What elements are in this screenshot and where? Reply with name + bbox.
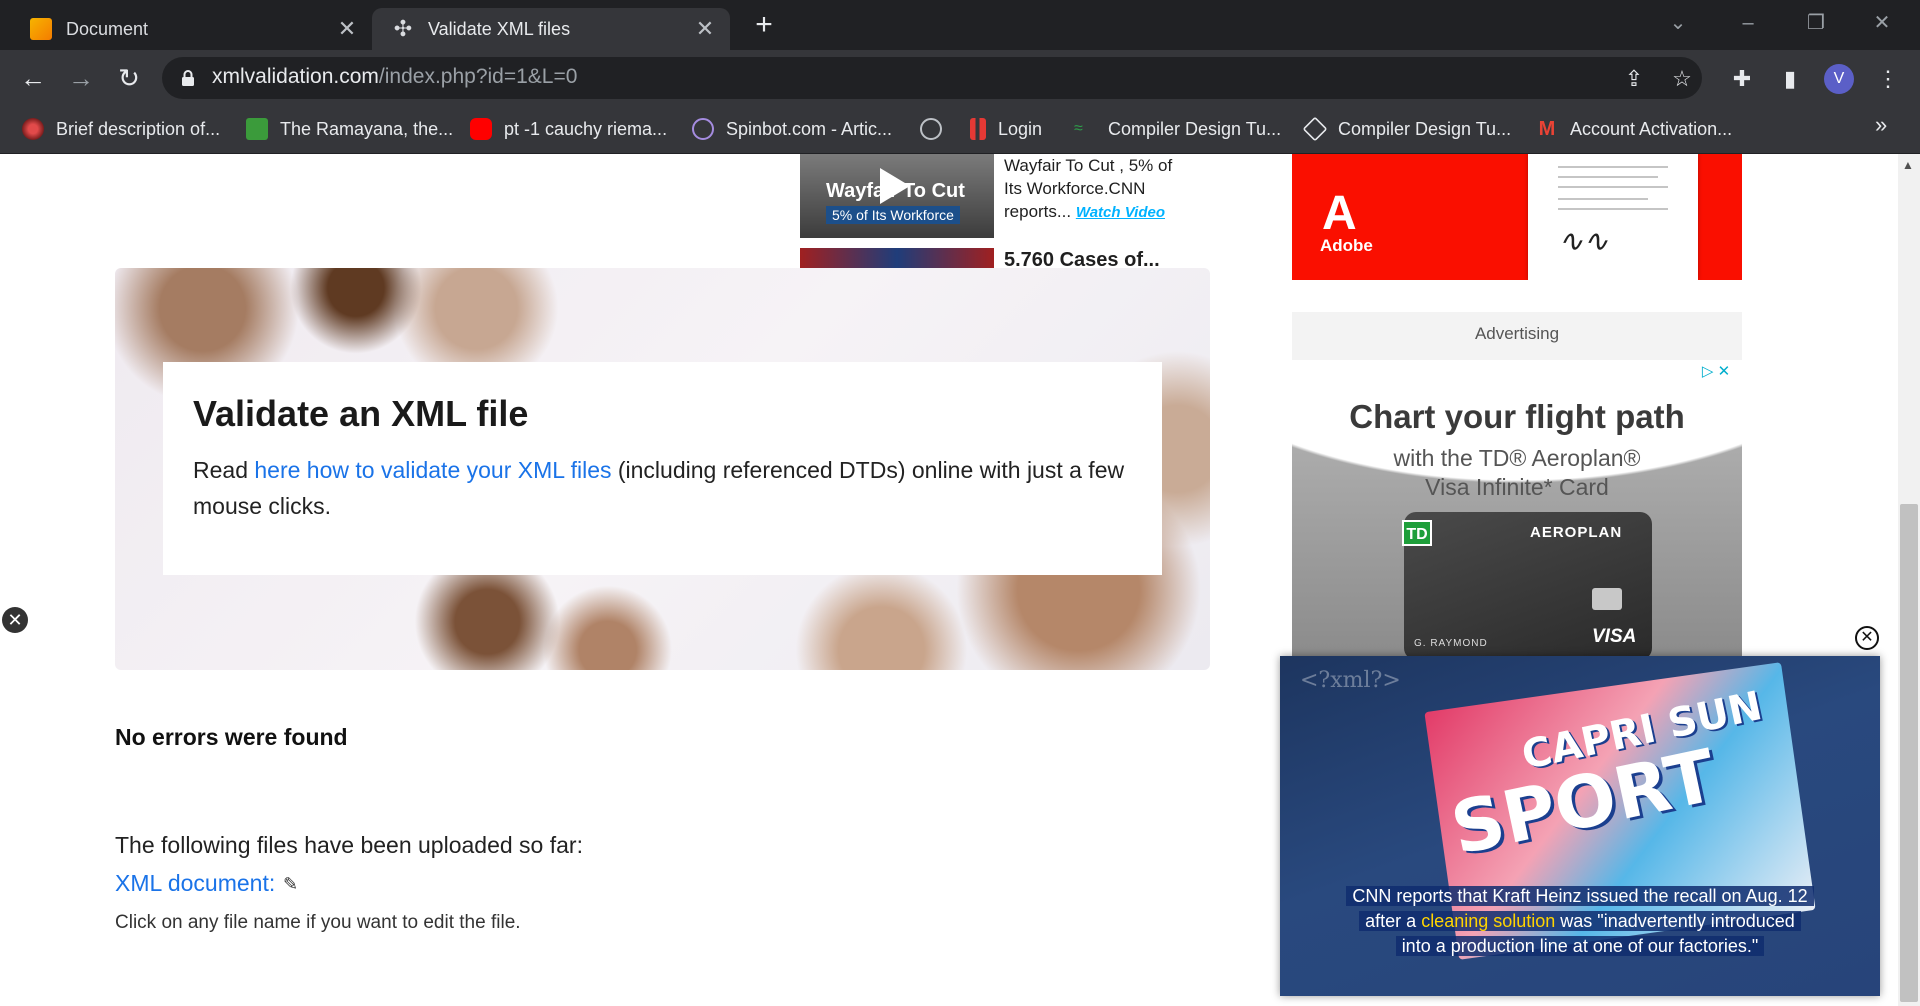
document-favicon-icon [30, 18, 52, 40]
tab-title: Validate XML files [428, 18, 571, 39]
ad-subheadline: with the TD® Aeroplan® Visa Infinite* Ca… [1292, 444, 1742, 502]
caption-highlight: cleaning solution [1421, 911, 1556, 931]
news-item-text[interactable]: Wayfair To Cut , 5% of Its Workforce.CNN… [1004, 154, 1194, 224]
page-title: Validate an XML file [193, 393, 529, 434]
adobe-ad[interactable]: A Adobe ∿∿ [1292, 154, 1742, 280]
bookmark-item[interactable]: Login [970, 114, 1042, 144]
thumbnail-subcaption: 5% of Its Workforce [826, 206, 960, 224]
watch-video-link[interactable]: Watch Video [1076, 204, 1165, 221]
extensions-icon[interactable]: ✚ [1726, 63, 1758, 95]
adobe-logo: A [1322, 187, 1357, 240]
card-chip-icon [1592, 588, 1622, 610]
caption-line-2: after a cleaning solution was "inadverte… [1359, 911, 1801, 931]
compiler-icon: ≈ [1074, 120, 1083, 137]
validation-status: No errors were found [115, 724, 348, 750]
aeroplan-logo: AEROPLAN [1530, 524, 1623, 541]
thumbnail-caption: Wayfair To Cut [826, 180, 965, 202]
bookmark-label: Compiler Design Tu... [1108, 118, 1282, 139]
back-icon[interactable]: ← [16, 61, 50, 95]
caption-line-3: into a production line at one of our fac… [1395, 936, 1765, 956]
url-path: /index.php?id=1&L=0 [378, 65, 578, 88]
close-window-icon[interactable]: ✕ [1862, 8, 1902, 38]
bookmark-item[interactable]: M Account Activation... [1536, 114, 1732, 144]
bookmark-label: pt -1 cauchy riema... [504, 118, 668, 139]
close-icon[interactable]: ✕ [2, 607, 28, 633]
side-panel-icon[interactable]: ▮ [1774, 63, 1806, 95]
globe-icon [920, 118, 942, 140]
caption-line-1: CNN reports that Kraft Heinz issued the … [1346, 886, 1814, 906]
xml-document-link[interactable]: XML document: [115, 870, 275, 897]
caption-text: was "inadvertently introduced [1555, 911, 1795, 931]
gmail-icon: M [1538, 118, 1556, 140]
url-host: xmlvalidation.com [212, 65, 379, 88]
advertising-label: Advertising [1474, 324, 1560, 343]
bookmark-item[interactable]: Spinbot.com - Artic... [692, 114, 892, 144]
bookmark-item[interactable] [920, 114, 954, 144]
video-caption: CNN reports that Kraft Heinz issued the … [1280, 884, 1880, 959]
close-tab-icon[interactable]: ✕ [334, 16, 360, 42]
visa-logo: VISA [1592, 626, 1637, 647]
minimize-icon[interactable]: – [1728, 8, 1768, 38]
bookmark-label: Spinbot.com - Artic... [726, 118, 893, 139]
news-thumbnail-2[interactable] [800, 248, 994, 268]
ad-subheadline-line-2: Visa Infinite* Card [1425, 474, 1609, 500]
tab-search-icon[interactable]: ⌄ [1658, 8, 1698, 38]
spinbot-icon [692, 118, 714, 140]
ad-headline: Chart your flight path [1349, 398, 1685, 435]
profile-avatar[interactable]: V [1824, 64, 1854, 94]
bookmark-star-icon[interactable]: ☆ [1666, 63, 1698, 95]
bookmark-label: Compiler Design Tu... [1338, 118, 1512, 139]
bookmark-label: Login [998, 118, 1043, 139]
document-preview: ∿∿ [1528, 154, 1698, 280]
close-video-icon[interactable]: ✕ [1855, 626, 1879, 650]
bookmarks-overflow-icon[interactable]: » [1875, 112, 1887, 138]
card-holder-name: G. RAYMOND [1414, 638, 1488, 649]
youtube-icon [470, 118, 492, 140]
site-icon [246, 118, 268, 140]
scrollbar-thumb[interactable] [1900, 504, 1918, 1002]
bookmark-item[interactable]: pt -1 cauchy riema... [470, 114, 667, 144]
bookmark-item[interactable]: ≈ Compiler Design Tu... [1074, 114, 1281, 144]
xml-validation-favicon-icon: ✣ [393, 16, 413, 41]
compiler-icon-2 [1302, 116, 1328, 142]
reload-icon[interactable]: ↻ [112, 61, 146, 95]
share-icon[interactable]: ⇪ [1618, 63, 1650, 95]
caption-text: after a [1365, 911, 1422, 931]
close-tab-icon[interactable]: ✕ [692, 16, 718, 42]
edit-pen-icon[interactable]: ✎ [283, 874, 298, 895]
edit-hint: Click on any file name if you want to ed… [115, 912, 521, 933]
lock-icon[interactable] [178, 68, 198, 88]
ad-choices-icon[interactable]: ▷ ✕ [1692, 362, 1740, 382]
video-background-text: <?xml?> [1300, 668, 1401, 693]
ad-subheadline-line-1: with the TD® Aeroplan® [1393, 445, 1641, 471]
forward-icon[interactable]: → [64, 61, 98, 95]
menu-icon[interactable]: ⋮ [1872, 63, 1904, 95]
how-to-validate-link[interactable]: here how to validate your XML files [254, 457, 611, 483]
bookmark-label: The Ramayana, the... [280, 118, 454, 139]
bookmark-item[interactable]: Brief description of... [22, 114, 220, 144]
login-icon [970, 118, 986, 140]
adobe-label: Adobe [1320, 236, 1373, 255]
hero-description: Read here how to validate your XML files… [193, 452, 1133, 524]
bookmark-label: Account Activation... [1570, 118, 1733, 139]
tab-document[interactable]: Document ✕ [10, 8, 372, 50]
uploaded-files-label: The following files have been uploaded s… [115, 832, 583, 858]
bookmark-item[interactable]: Compiler Design Tu... [1302, 114, 1512, 144]
tab-validate-xml[interactable]: ✣ Validate XML files ✕ [372, 8, 730, 50]
tab-title: Document [66, 18, 149, 39]
flower-icon [22, 118, 44, 140]
new-tab-button[interactable]: + [748, 10, 780, 42]
restore-icon[interactable]: ❐ [1796, 8, 1836, 38]
news-video-thumbnail[interactable]: Wayfair To Cut 5% of Its Workforce [800, 154, 994, 238]
hero-text-before: Read [193, 457, 255, 483]
td-logo: TD [1402, 520, 1432, 546]
url-text[interactable]: xmlvalidation.com/index.php?id=1&L=0 [212, 65, 577, 89]
bookmark-item[interactable]: The Ramayana, the... [246, 114, 453, 144]
scroll-up-icon[interactable]: ▲ [1902, 158, 1914, 172]
bookmark-label: Brief description of... [56, 118, 221, 139]
signature-graphic: ∿∿ [1558, 224, 1609, 259]
